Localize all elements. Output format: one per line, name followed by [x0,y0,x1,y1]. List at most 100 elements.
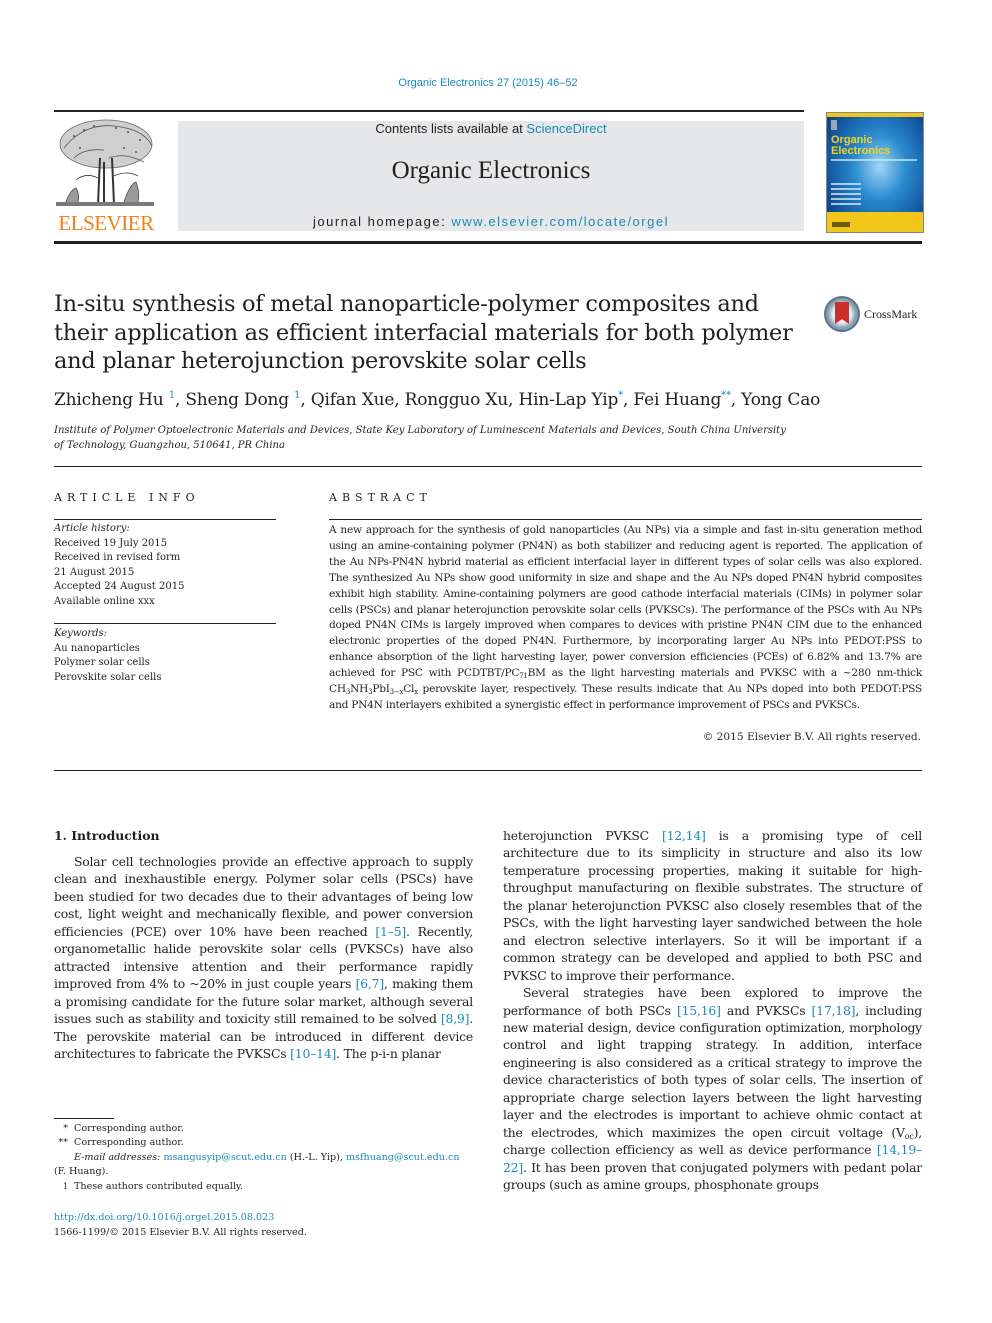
author-name: Yong Cao [741,390,821,410]
citation-link[interactable]: [12,14] [662,828,706,843]
masthead-rule [54,241,922,244]
cover-editors-list [831,183,861,208]
journal-reference[interactable]: Organic Electronics 27 (2015) 46–52 [0,77,976,89]
body-column-right: heterojunction PVKSC [12,14] is a promis… [503,827,922,1194]
cover-title-line2: Electronics [831,145,891,157]
footnote-mark: * [63,1123,68,1134]
doi-block: http://dx.doi.org/10.1016/j.orgel.2015.0… [54,1211,307,1240]
author-list: Zhicheng Hu 1, Sheng Dong 1, Qifan Xue, … [54,390,821,410]
keyword-item: Perovskite solar cells [54,671,162,683]
body-paragraph: heterojunction PVKSC [12,14] is a promis… [503,827,922,984]
footnote: * Corresponding author. [54,1122,473,1136]
footnote-mark: 1 [62,1181,68,1191]
crossmark-button[interactable]: CrossMark [824,296,934,336]
footnote-mark: ** [58,1137,68,1149]
citation-link[interactable]: [8,9] [441,1011,470,1026]
email-owner: (H.-L. Yip), [286,1151,346,1163]
author-name: Sheng Dong [185,390,289,410]
keywords-rule [54,623,276,624]
author-affiliation: Institute of Polymer Optoelectronic Mate… [54,425,786,451]
footnote-rule [54,1118,114,1119]
citation-link[interactable]: [17,18] [812,1003,856,1018]
tree-icon [56,119,154,206]
keyword-item: Polymer solar cells [54,657,150,669]
homepage-prefix: journal homepage: [313,214,452,229]
body-paragraph: Solar cell technologies provide an effec… [54,853,473,1062]
cover-bottom-band [827,212,923,232]
abstract-subscript: 3−x [389,688,404,697]
crossmark-label: CrossMark [864,307,918,321]
history-item: 21 August 2015 [54,566,135,578]
email-link[interactable]: msfhuang@scut.edu.cn [346,1152,460,1163]
abstract-subscript: 71 [519,672,528,681]
contents-line: Contents lists available at ScienceDirec… [178,121,804,136]
author-footnote-mark[interactable]: ** [721,390,731,401]
author-footnote-mark[interactable]: 1 [294,390,300,401]
email-owner: (F. Huang). [54,1166,109,1178]
email-link[interactable]: msangusyip@scut.edu.cn [163,1152,286,1163]
journal-masthead: Contents lists available at ScienceDirec… [178,121,804,231]
footnote-text: Corresponding author. [74,1137,184,1149]
article-info-heading: ARTICLE INFO [54,491,200,504]
abstract-fragment: PbI [372,683,390,696]
homepage-link[interactable]: www.elsevier.com/locate/orgel [451,214,669,229]
history-item: Received 19 July 2015 [54,537,168,549]
body-text: is a promising type of cell architecture… [503,828,922,983]
abstract-heading: ABSTRACT [329,491,432,504]
history-item: Accepted 24 August 2015 [54,581,185,593]
footnote: 1 These authors contributed equally. [54,1180,473,1194]
email-label: E-mail addresses: [74,1151,161,1163]
footnote: ** Corresponding author. [54,1136,473,1150]
header-rule [54,110,804,112]
keyword-item: Au nanoparticles [54,642,140,654]
article-title: In-situ synthesis of metal nanoparticle-… [54,291,793,374]
elsevier-wordmark: ELSEVIER [58,211,154,235]
citation-link[interactable]: [1–5] [375,924,406,939]
abstract-fragment: perovskite layer, respectively. These re… [329,683,922,711]
footnotes: * Corresponding author. ** Corresponding a… [54,1122,473,1194]
affiliation-rule [54,466,922,467]
citation-link[interactable]: [10–14] [290,1046,336,1061]
body-text: . It has been proven that conjugated pol… [503,1159,922,1193]
abstract-fragment: A new approach for the synthesis of gold… [329,524,922,680]
journal-name: Organic Electronics [391,157,591,184]
body-column-left: Solar cell technologies provide an effec… [54,853,473,1062]
footnote-text: Corresponding author. [74,1123,184,1134]
issn-copyright: 1566-1199/© 2015 Elsevier B.V. All right… [54,1226,307,1238]
keywords-label: Keywords: [54,628,108,639]
keywords-block: Keywords: Au nanoparticles Polymer solar… [54,627,276,685]
contents-prefix: Contents lists available at [375,121,527,136]
body-text: and PVKSCs [720,1002,812,1018]
author-footnote-mark[interactable]: 1 [169,390,175,401]
sciencedirect-link[interactable]: ScienceDirect [526,121,606,136]
author-name: Qifan Xue [310,390,395,410]
cover-band-logo-icon [832,222,850,227]
section-heading-introduction: 1. Introduction [54,828,160,843]
abstract-copyright: © 2015 Elsevier B.V. All rights reserved… [702,731,921,743]
body-text: , including new material design, device … [503,1002,922,1140]
cover-title: Organic Electronics [831,135,890,157]
author-name: Rongguo Xu [404,390,509,410]
abstract-fragment: NH [350,683,369,696]
citation-link[interactable]: [15,16] [677,1003,721,1018]
author-footnote-mark[interactable]: * [618,390,623,401]
homepage-line: journal homepage: www.elsevier.com/locat… [178,214,804,229]
cover-top-band [827,113,923,117]
journal-ref-link[interactable]: Organic Electronics 27 (2015) 46–52 [398,77,577,89]
author-name: Fei Huang [633,390,722,410]
doi-link[interactable]: http://dx.doi.org/10.1016/j.orgel.2015.0… [54,1212,274,1223]
history-label: Article history: [54,523,130,534]
abstract-end-rule [54,770,922,771]
abstract-rule [329,519,922,520]
article-info-rule [54,519,276,520]
history-item: Available online xxx [54,595,155,607]
citation-link[interactable]: [6,7] [356,976,385,991]
body-text: . The p-i-n planar [336,1045,441,1061]
article-history: Article history: Received 19 July 2015 R… [54,522,276,610]
journal-cover-thumbnail[interactable]: Organic Electronics [826,112,924,233]
author-name: Hin-Lap Yip [518,390,619,410]
abstract-fragment: Cl [403,683,415,696]
body-text: heterojunction PVKSC [503,828,662,843]
history-item: Received in revised form [54,552,181,564]
footnote-text: These authors contributed equally. [74,1180,244,1192]
